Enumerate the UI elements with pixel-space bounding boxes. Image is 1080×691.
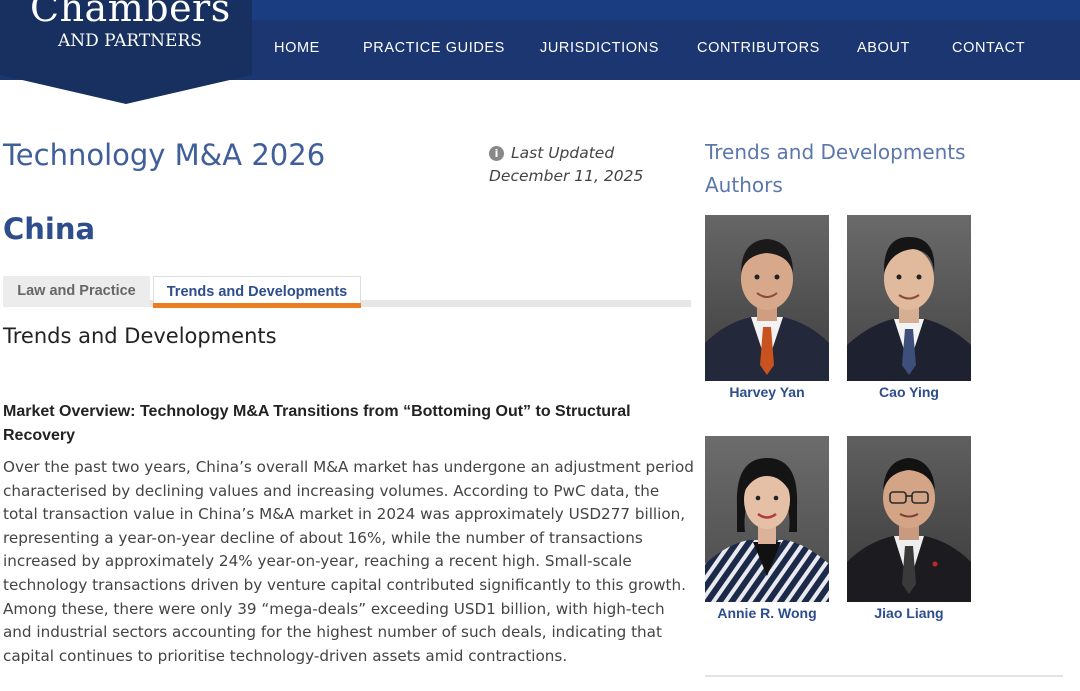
author-photo[interactable] [847, 436, 971, 602]
info-icon: i [489, 146, 504, 161]
author-card[interactable]: Annie R. Wong [705, 436, 829, 621]
nav-jurisdictions[interactable]: JURISDICTIONS [540, 40, 659, 56]
page-title: Technology M&A 2026 [3, 138, 326, 172]
nav-practice-guides[interactable]: PRACTICE GUIDES [363, 40, 505, 56]
tab-trends-and-developments[interactable]: Trends and Developments [153, 276, 361, 308]
nav-contributors[interactable]: CONTRIBUTORS [697, 40, 820, 56]
article-heading: Market Overview: Technology M&A Transiti… [3, 403, 631, 444]
author-card[interactable]: Jiao Liang [847, 436, 971, 621]
sidebar-title-line1: Trends and Developments [705, 140, 966, 164]
author-photo[interactable] [705, 215, 829, 381]
chambers-logo[interactable]: Chambers AND PARTNERS [0, 0, 252, 104]
nav-home[interactable]: HOME [274, 40, 320, 56]
sidebar-divider [705, 675, 1063, 677]
sidebar-title-line2: Authors [705, 173, 783, 197]
author-photo[interactable] [705, 436, 829, 602]
article-body: Over the past two years, China’s overall… [3, 458, 694, 665]
author-card[interactable]: Harvey Yan [705, 215, 829, 400]
author-name[interactable]: Jiao Liang [847, 605, 971, 621]
last-updated-label: Last Updated [511, 144, 615, 162]
nav-about[interactable]: ABOUT [857, 40, 910, 56]
logo-subtitle: AND PARTNERS [58, 31, 202, 51]
last-updated-date: December 11, 2025 [489, 167, 644, 185]
country-heading: China [3, 212, 96, 246]
author-name[interactable]: Annie R. Wong [705, 605, 829, 621]
logo-wordmark: Chambers [30, 0, 231, 30]
topbar-strip [250, 0, 1080, 20]
author-card[interactable]: Cao Ying [847, 215, 971, 400]
section-heading: Trends and Developments [3, 324, 277, 348]
author-name[interactable]: Cao Ying [847, 384, 971, 400]
nav-contact[interactable]: CONTACT [952, 40, 1025, 56]
tab-law-and-practice[interactable]: Law and Practice [3, 276, 150, 307]
sidebar-title: Trends and Developments Authors [705, 136, 1005, 202]
content-tabs: Law and Practice Trends and Developments [3, 276, 691, 308]
last-updated: i Last Updated December 11, 2025 [489, 142, 643, 188]
author-name[interactable]: Harvey Yan [705, 384, 829, 400]
author-photo[interactable] [847, 215, 971, 381]
